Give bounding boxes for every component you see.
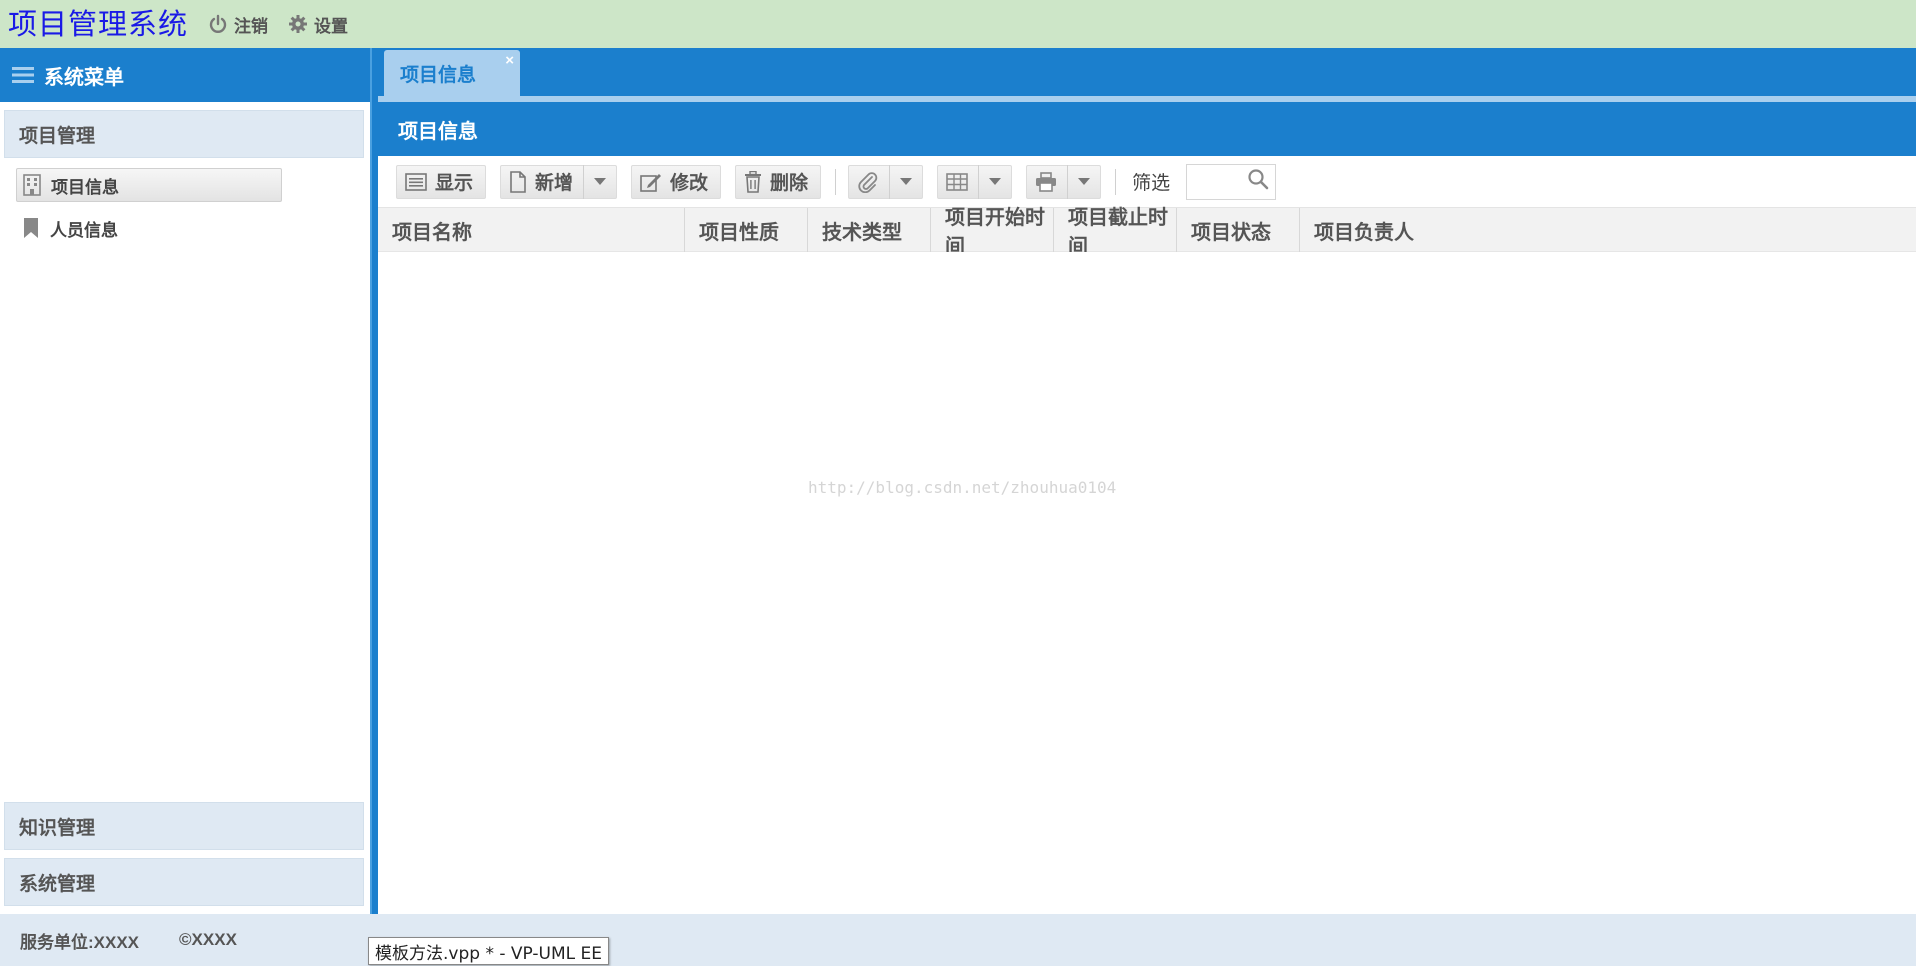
column-header-tech-type[interactable]: 技术类型: [808, 208, 931, 252]
edit-button[interactable]: 修改: [631, 164, 722, 199]
sidebar-header: 系统菜单: [0, 48, 370, 102]
chevron-down-icon[interactable]: [583, 164, 616, 199]
sidebar-item-label: 项目信息: [51, 177, 119, 197]
sidebar-item-project-info[interactable]: 项目信息: [16, 168, 282, 202]
column-header-status[interactable]: 项目状态: [1177, 208, 1300, 252]
watermark-text: http://blog.csdn.net/zhouhua0104: [808, 478, 1117, 497]
sidebar: 系统菜单 项目管理 项目信息 人员信息 知识管理 系统管理: [0, 48, 370, 914]
main-panel: 项目信息 × 项目信息 显示 新增 修改 删除 筛选 项目名称 项目性质 技术类…: [378, 48, 1916, 914]
panel-title: 项目信息: [378, 102, 1916, 156]
column-header-project-name[interactable]: 项目名称: [378, 208, 685, 252]
add-button[interactable]: 新增: [500, 164, 618, 199]
chevron-down-icon[interactable]: [978, 164, 1011, 199]
column-header-end-time[interactable]: 项目截止时间: [1054, 207, 1177, 258]
power-icon: [208, 14, 228, 34]
filter-label: 筛选: [1132, 173, 1171, 194]
sidebar-title: 系统菜单: [44, 66, 124, 89]
column-header-start-time[interactable]: 项目开始时间: [931, 207, 1054, 258]
edit-icon: [640, 172, 662, 192]
tab-bar: 项目信息 ×: [378, 48, 1916, 102]
building-icon: [23, 174, 41, 196]
tab-project-info[interactable]: 项目信息 ×: [384, 50, 520, 96]
footer-service-unit: 服务单位:XXXX: [20, 932, 140, 952]
logout-button[interactable]: 注销: [208, 12, 268, 37]
delete-button[interactable]: 删除: [735, 164, 822, 199]
printer-icon: [1035, 171, 1057, 192]
footer-copyright: ©XXXX: [179, 930, 237, 949]
app-title: 项目管理系统: [8, 7, 189, 41]
taskbar-tooltip: 模板方法.vpp * - VP-UML EE: [368, 937, 610, 965]
logout-label: 注销: [234, 16, 269, 36]
toolbar-divider: [1115, 168, 1117, 195]
paperclip-icon: [857, 171, 879, 193]
show-button[interactable]: 显示: [396, 164, 487, 199]
chevron-down-icon[interactable]: [1067, 164, 1100, 199]
sidebar-item-staff-info[interactable]: 人员信息: [16, 211, 282, 245]
columns-button[interactable]: [937, 164, 1013, 199]
edit-label: 修改: [670, 173, 709, 194]
bookmark-icon: [22, 217, 40, 239]
search-box[interactable]: [1186, 163, 1277, 200]
chevron-down-icon[interactable]: [889, 164, 922, 199]
gear-icon: [288, 14, 308, 34]
table-icon: [946, 172, 968, 191]
new-document-icon: [509, 170, 527, 193]
print-button[interactable]: [1026, 164, 1102, 199]
close-icon[interactable]: ×: [505, 52, 514, 69]
list-icon: [405, 172, 427, 191]
show-label: 显示: [435, 173, 474, 194]
column-header-project-nature[interactable]: 项目性质: [685, 208, 808, 252]
top-header: 项目管理系统 注销 设置: [0, 0, 1916, 48]
footer: 服务单位:XXXX ©XXXX: [0, 914, 1916, 966]
tab-label: 项目信息: [400, 64, 477, 86]
column-header-owner[interactable]: 项目负责人: [1300, 208, 1916, 252]
attach-button[interactable]: [848, 164, 924, 199]
sidebar-section-project[interactable]: 项目管理: [4, 110, 364, 158]
add-label: 新增: [535, 173, 574, 194]
sidebar-section-knowledge[interactable]: 知识管理: [4, 802, 364, 850]
search-icon[interactable]: [1247, 168, 1269, 195]
sidebar-item-label: 人员信息: [50, 220, 118, 240]
delete-label: 删除: [770, 173, 809, 194]
table-body: http://blog.csdn.net/zhouhua0104: [378, 252, 1916, 910]
sidebar-section-system[interactable]: 系统管理: [4, 858, 364, 906]
settings-label: 设置: [314, 16, 349, 36]
table-header: 项目名称 项目性质 技术类型 项目开始时间 项目截止时间 项目状态 项目负责人: [378, 207, 1916, 258]
menu-icon: [12, 66, 34, 84]
settings-button[interactable]: 设置: [288, 12, 348, 37]
trash-icon: [744, 170, 762, 193]
layout-splitter[interactable]: [370, 48, 378, 914]
toolbar-divider: [835, 168, 837, 195]
search-input[interactable]: [1187, 166, 1248, 197]
